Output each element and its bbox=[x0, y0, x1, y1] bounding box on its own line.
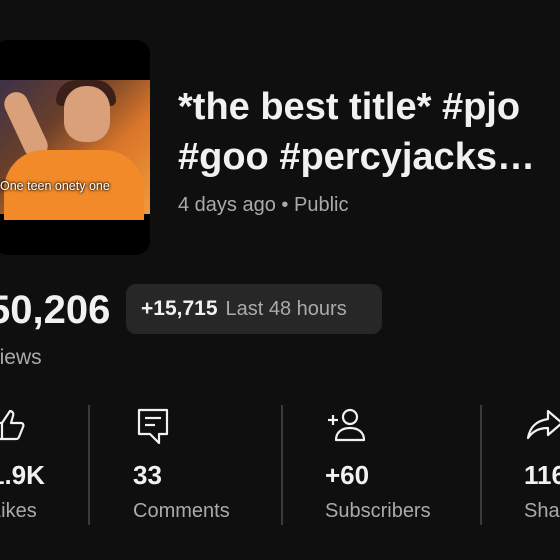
video-title-line-2: #goo #percyjacks… bbox=[178, 136, 535, 178]
thumbs-up-icon bbox=[0, 409, 25, 441]
comments-value: 33 bbox=[133, 460, 162, 490]
thumbnail-illustration bbox=[0, 80, 150, 220]
video-title-line-1: *the best title* #pjo bbox=[178, 86, 521, 128]
likes-value: 1.9K bbox=[0, 460, 45, 490]
subscribers-label: Subscribers bbox=[325, 500, 431, 522]
share-icon bbox=[526, 409, 560, 440]
comment-icon bbox=[137, 408, 169, 445]
video-age: 4 days ago bbox=[178, 194, 276, 216]
meta-separator: • bbox=[281, 194, 289, 216]
video-meta: 4 days ago • Public bbox=[178, 194, 348, 217]
views-delta: +15,715 bbox=[141, 297, 218, 320]
views-label: Views bbox=[0, 346, 42, 369]
stat-divider bbox=[480, 405, 482, 525]
shares-label: Shares bbox=[524, 500, 560, 522]
views-count: 50,206 bbox=[0, 288, 111, 332]
stat-divider bbox=[281, 405, 283, 525]
video-visibility: Public bbox=[294, 194, 349, 216]
video-thumbnail[interactable]: One teen onety one bbox=[0, 40, 150, 255]
views-delta-badge: +15,715 Last 48 hours bbox=[126, 284, 382, 334]
video-title: *the best title* #pjo #goo #percyjacks… bbox=[178, 82, 560, 182]
add-person-icon bbox=[328, 408, 366, 442]
likes-label: Likes bbox=[0, 500, 37, 522]
thumbnail-caption: One teen onety one bbox=[0, 179, 110, 193]
shares-value: 116 bbox=[524, 460, 560, 490]
subscribers-value: +60 bbox=[325, 460, 370, 490]
stat-divider bbox=[88, 405, 90, 525]
comments-label: Comments bbox=[133, 500, 230, 522]
views-delta-period: Last 48 hours bbox=[225, 297, 347, 320]
